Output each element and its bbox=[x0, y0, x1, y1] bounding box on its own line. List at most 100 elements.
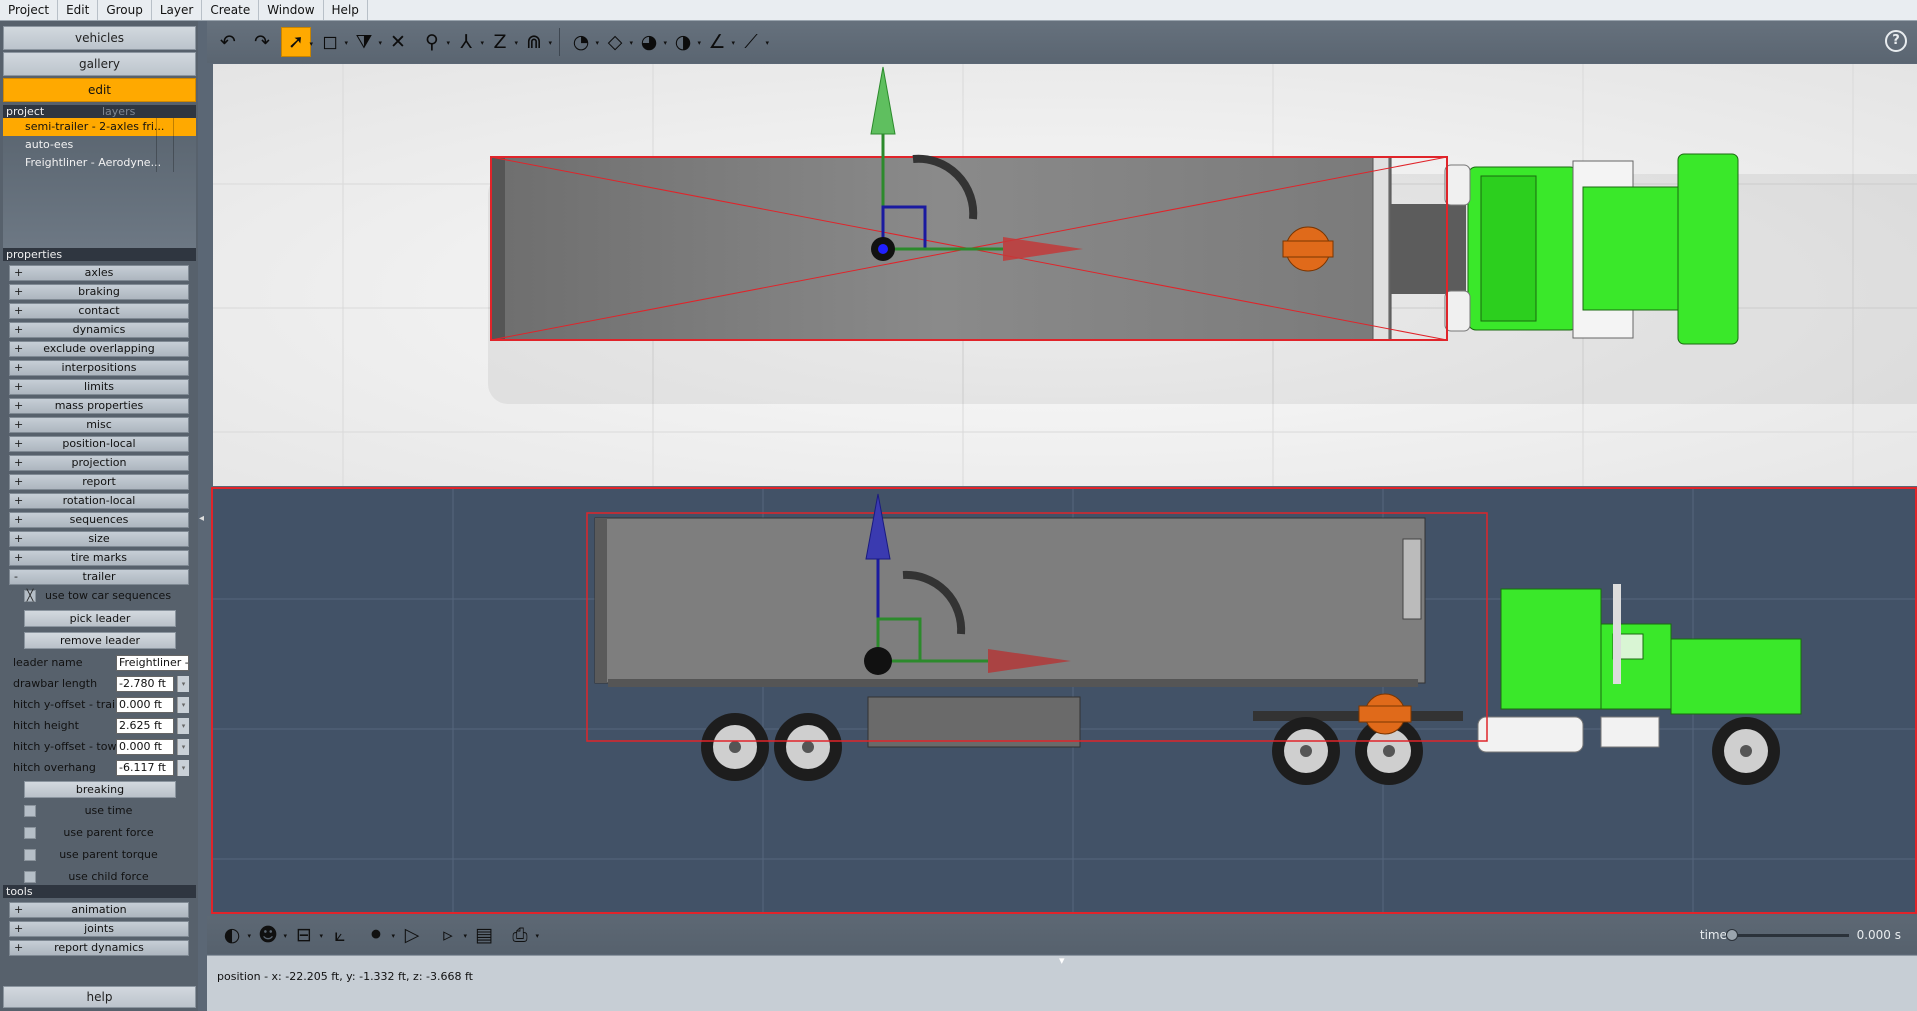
menu-project[interactable]: Project bbox=[0, 0, 59, 20]
tool-joints[interactable]: + joints bbox=[9, 921, 189, 937]
viewport-layout-icon[interactable]: ⊟ ▾ bbox=[289, 920, 323, 950]
prop-rotation-local[interactable]: + rotation-local bbox=[9, 493, 189, 509]
menu-help[interactable]: Help bbox=[324, 0, 368, 20]
prop-limits[interactable]: + limits bbox=[9, 379, 189, 395]
prop-tire-marks[interactable]: + tire marks bbox=[9, 550, 189, 566]
use-parent-force-row[interactable]: use parent force bbox=[3, 824, 193, 842]
breaking-button[interactable]: breaking bbox=[24, 781, 176, 798]
undo-icon[interactable]: ↶ bbox=[213, 27, 243, 57]
print-icon[interactable]: ⎙ ▾ bbox=[505, 920, 539, 950]
prop-contact[interactable]: + contact bbox=[9, 303, 189, 319]
menu-layer[interactable]: Layer bbox=[152, 0, 203, 20]
remove-leader-button[interactable]: remove leader bbox=[24, 632, 176, 649]
leader-name-input[interactable]: Freightliner - A bbox=[116, 655, 189, 671]
tape-measure-icon[interactable]: ⟋ ▾ bbox=[736, 27, 769, 57]
hitch-height-input[interactable]: 2.625 ft bbox=[116, 718, 174, 734]
gallery-button[interactable]: gallery bbox=[3, 52, 196, 76]
collapse-panel-icon[interactable]: ◂ bbox=[199, 512, 207, 526]
vehicles-button[interactable]: vehicles bbox=[3, 26, 196, 50]
rectangle-select-icon[interactable]: ◻ ▾ bbox=[315, 27, 348, 57]
z-axis-icon[interactable]: Z ▾ bbox=[485, 27, 518, 57]
hitch-y-offset-tow-input[interactable]: 0.000 ft bbox=[116, 739, 174, 755]
shading-sphere-icon[interactable]: ◐ ▾ bbox=[217, 920, 251, 950]
speed-gauge-icon[interactable]: ◕ ▾ bbox=[634, 27, 667, 57]
menu-edit[interactable]: Edit bbox=[58, 0, 99, 20]
magnet-icon[interactable]: ⋒ ▾ bbox=[519, 27, 552, 57]
prop-braking[interactable]: + braking bbox=[9, 284, 189, 300]
axes-icon[interactable]: ⅄ ▾ bbox=[451, 27, 484, 57]
play-icon[interactable]: ▷ bbox=[397, 920, 427, 950]
hitch-overhang-field: hitch overhang -6.117 ft ▾ bbox=[9, 759, 189, 777]
time-slider-knob[interactable] bbox=[1726, 929, 1738, 941]
side-view-viewport[interactable] bbox=[211, 487, 1917, 914]
prop-dynamics[interactable]: + dynamics bbox=[9, 322, 189, 338]
use-parent-force-checkbox[interactable] bbox=[24, 827, 36, 839]
select-arrow-icon[interactable]: ➚ ▾ bbox=[281, 27, 313, 57]
hitch-overhang-input[interactable]: -6.117 ft bbox=[116, 760, 174, 776]
drawbar-length-input[interactable]: -2.780 ft bbox=[116, 676, 174, 692]
hitch-height-spinner[interactable]: ▾ bbox=[177, 718, 189, 734]
delete-cross-icon[interactable]: ✕ bbox=[383, 27, 413, 57]
filter-funnel-icon[interactable]: ⧩ ▾ bbox=[349, 27, 382, 57]
project-list: semi-trailer - 2-axles fri... auto-ees F… bbox=[3, 118, 196, 248]
drawbar-length-spinner[interactable]: ▾ bbox=[177, 676, 189, 692]
hitch-overhang-spinner[interactable]: ▾ bbox=[177, 760, 189, 776]
top-view-viewport[interactable] bbox=[213, 64, 1917, 486]
tool-animation[interactable]: + animation bbox=[9, 902, 189, 918]
prop-report[interactable]: + report bbox=[9, 474, 189, 490]
use-parent-torque-row[interactable]: use parent torque bbox=[3, 846, 193, 864]
prop-projection[interactable]: + projection bbox=[9, 455, 189, 471]
prop-sequences[interactable]: + sequences bbox=[9, 512, 189, 528]
camera-head-icon[interactable]: ☻ ▾ bbox=[253, 920, 287, 950]
menu-window[interactable]: Window bbox=[259, 0, 324, 20]
prop-size[interactable]: + size bbox=[9, 531, 189, 547]
tilt-plane-icon[interactable]: ◇ ▾ bbox=[600, 27, 633, 57]
tab-layers[interactable]: layers bbox=[99, 105, 195, 118]
tractor-sleeper-side[interactable] bbox=[1500, 588, 1602, 710]
tab-project[interactable]: project bbox=[3, 105, 99, 118]
ruler-angle-icon[interactable]: ∠ ▾ bbox=[702, 27, 735, 57]
use-child-force-row[interactable]: use child force bbox=[3, 868, 193, 886]
use-parent-torque-checkbox[interactable] bbox=[24, 849, 36, 861]
redo-icon[interactable]: ↷ bbox=[247, 27, 277, 57]
play-options-icon[interactable]: ▹ ▾ bbox=[433, 920, 467, 950]
hitch-y-offset-trailer-field: hitch y-offset - trai... 0.000 ft ▾ bbox=[9, 696, 189, 714]
prop-mass-properties[interactable]: + mass properties bbox=[9, 398, 189, 414]
use-tow-car-sequences-row[interactable]: ╳ use tow car sequences bbox=[3, 587, 193, 605]
tractor-hood-top[interactable] bbox=[1582, 186, 1679, 311]
project-item-freightliner[interactable]: Freightliner - Aerodyne... bbox=[3, 154, 196, 172]
project-item-auto-ees[interactable]: auto-ees bbox=[3, 136, 196, 154]
project-item-semi-trailer[interactable]: semi-trailer - 2-axles fri... bbox=[3, 118, 196, 136]
help-button[interactable]: help bbox=[3, 986, 196, 1008]
edit-button[interactable]: edit bbox=[3, 78, 196, 102]
use-time-row[interactable]: use time bbox=[3, 802, 193, 820]
measure-gauge-icon[interactable]: ◔ ▾ bbox=[566, 27, 599, 57]
prop-position-local[interactable]: + position-local bbox=[9, 436, 189, 452]
menu-group[interactable]: Group bbox=[98, 0, 152, 20]
help-question-icon[interactable]: ? bbox=[1885, 30, 1907, 52]
prop-exclude-overlapping[interactable]: + exclude overlapping bbox=[9, 341, 189, 357]
bottom-toolbar: ◐ ▾ ☻ ▾ ⊟ ▾ ⟀ ⚫ ▾ ▷ ▹ ▾ ▤ ⎙ ▾ time 0.000 s bbox=[207, 916, 1917, 954]
dial-gauge-icon[interactable]: ◑ ▾ bbox=[668, 27, 701, 57]
prop-trailer[interactable]: - trailer bbox=[9, 569, 189, 585]
prop-misc[interactable]: + misc bbox=[9, 417, 189, 433]
tractor-hood-side[interactable] bbox=[1670, 638, 1802, 715]
expand-panel-icon[interactable]: ▾ bbox=[1059, 954, 1065, 967]
time-slider[interactable] bbox=[1726, 929, 1849, 941]
use-tow-car-sequences-checkbox[interactable]: ╳ bbox=[24, 590, 36, 602]
fuel-tank bbox=[1477, 716, 1584, 753]
hitch-y-offset-trailer-spinner[interactable]: ▾ bbox=[177, 697, 189, 713]
pick-leader-button[interactable]: pick leader bbox=[24, 610, 176, 627]
prop-axles[interactable]: + axles bbox=[9, 265, 189, 281]
prop-interpositions[interactable]: + interpositions bbox=[9, 360, 189, 376]
zoom-icon[interactable]: ⚲ ▾ bbox=[417, 27, 450, 57]
hitch-y-offset-tow-spinner[interactable]: ▾ bbox=[177, 739, 189, 755]
report-document-icon[interactable]: ▤ bbox=[469, 920, 499, 950]
menu-create[interactable]: Create bbox=[202, 0, 260, 20]
hitch-y-offset-trailer-input[interactable]: 0.000 ft bbox=[116, 697, 174, 713]
use-child-force-checkbox[interactable] bbox=[24, 871, 36, 883]
graph-icon[interactable]: ⟀ bbox=[325, 920, 355, 950]
use-time-checkbox[interactable] bbox=[24, 805, 36, 817]
tool-report-dynamics[interactable]: + report dynamics bbox=[9, 940, 189, 956]
camera-icon[interactable]: ⚫ ▾ bbox=[361, 920, 395, 950]
